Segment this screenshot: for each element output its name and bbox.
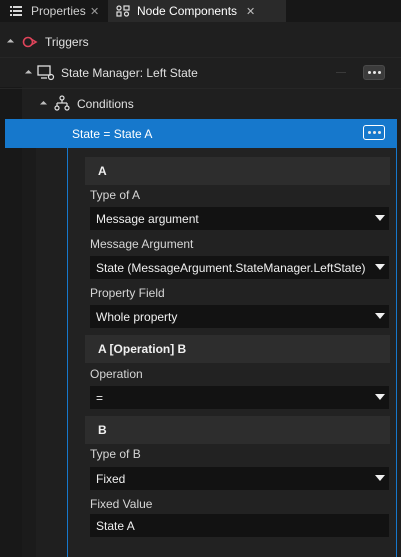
property-field-label: Property Field <box>90 286 165 300</box>
fixed-value-input[interactable]: State A <box>90 514 389 537</box>
tree-label-state-manager: State Manager: Left State <box>61 66 198 80</box>
type-of-a-label: Type of A <box>90 188 141 202</box>
tab-node-components[interactable]: Node Components ✕ <box>108 0 286 22</box>
ellipsis-icon <box>367 71 371 74</box>
type-of-a-value: Message argument <box>96 211 199 226</box>
state-manager-icon <box>37 65 55 84</box>
ellipsis-icon <box>372 71 376 74</box>
tree-label-conditions: Conditions <box>77 97 134 111</box>
close-icon[interactable]: ✕ <box>90 5 99 18</box>
tab-node-components-label: Node Components <box>137 4 238 18</box>
tab-properties-label: Properties <box>31 4 86 18</box>
conditions-icon <box>54 95 70 114</box>
section-header-b: B <box>85 416 390 444</box>
list-icon <box>10 5 24 17</box>
operation-dropdown[interactable]: = <box>90 386 389 409</box>
tab-bar: Properties ✕ Node Components ✕ <box>0 0 401 22</box>
tree-gutter <box>0 87 22 557</box>
fixed-value-text: State A <box>96 518 135 533</box>
tree-row-triggers[interactable]: Triggers <box>0 26 401 58</box>
tree-row-state-manager[interactable]: State Manager: Left State <box>0 57 401 89</box>
property-field-value: Whole property <box>96 309 178 324</box>
expand-arrow-icon[interactable] <box>24 69 33 78</box>
type-of-b-label: Type of B <box>90 447 141 461</box>
message-argument-value: State (MessageArgument.StateManager.Left… <box>96 260 366 275</box>
more-options-button[interactable] <box>363 125 385 140</box>
chevron-down-icon <box>375 394 385 400</box>
tab-properties[interactable]: Properties ✕ <box>0 0 104 22</box>
fixed-value-label: Fixed Value <box>90 497 153 511</box>
ellipsis-icon <box>367 131 371 134</box>
chevron-down-icon <box>375 264 385 270</box>
message-argument-dropdown[interactable]: State (MessageArgument.StateManager.Left… <box>90 256 389 279</box>
components-icon <box>116 5 130 17</box>
section-header-a: A <box>85 157 390 185</box>
expand-arrow-icon[interactable] <box>39 100 48 109</box>
operation-label: Operation <box>90 367 143 381</box>
type-of-b-dropdown[interactable]: Fixed <box>90 467 389 490</box>
operation-value: = <box>96 390 104 405</box>
expand-arrow-icon[interactable] <box>6 38 15 47</box>
property-field-dropdown[interactable]: Whole property <box>90 305 389 328</box>
section-header-operation: A [Operation] B <box>85 335 390 363</box>
chevron-down-icon <box>375 215 385 221</box>
close-icon[interactable]: ✕ <box>246 5 255 18</box>
tree-row-conditions[interactable]: Conditions <box>0 88 401 120</box>
type-of-a-dropdown[interactable]: Message argument <box>90 207 389 230</box>
type-of-b-value: Fixed <box>96 471 126 486</box>
condition-editor-panel: A Type of A Message argument Message Arg… <box>67 148 397 557</box>
message-argument-label: Message Argument <box>90 237 194 251</box>
trigger-icon <box>22 35 38 52</box>
more-options-button[interactable] <box>363 65 385 80</box>
tree-row-condition-selected[interactable]: State = State A <box>5 119 397 148</box>
ellipsis-icon <box>372 131 376 134</box>
ellipsis-icon <box>377 71 381 74</box>
tree-label-triggers: Triggers <box>45 35 89 49</box>
ellipsis-icon <box>377 131 381 134</box>
chevron-down-icon <box>375 313 385 319</box>
tree-gutter <box>22 120 36 557</box>
chevron-down-icon <box>375 475 385 481</box>
row-separator <box>336 72 346 73</box>
tree-label-condition: State = State A <box>72 127 153 141</box>
